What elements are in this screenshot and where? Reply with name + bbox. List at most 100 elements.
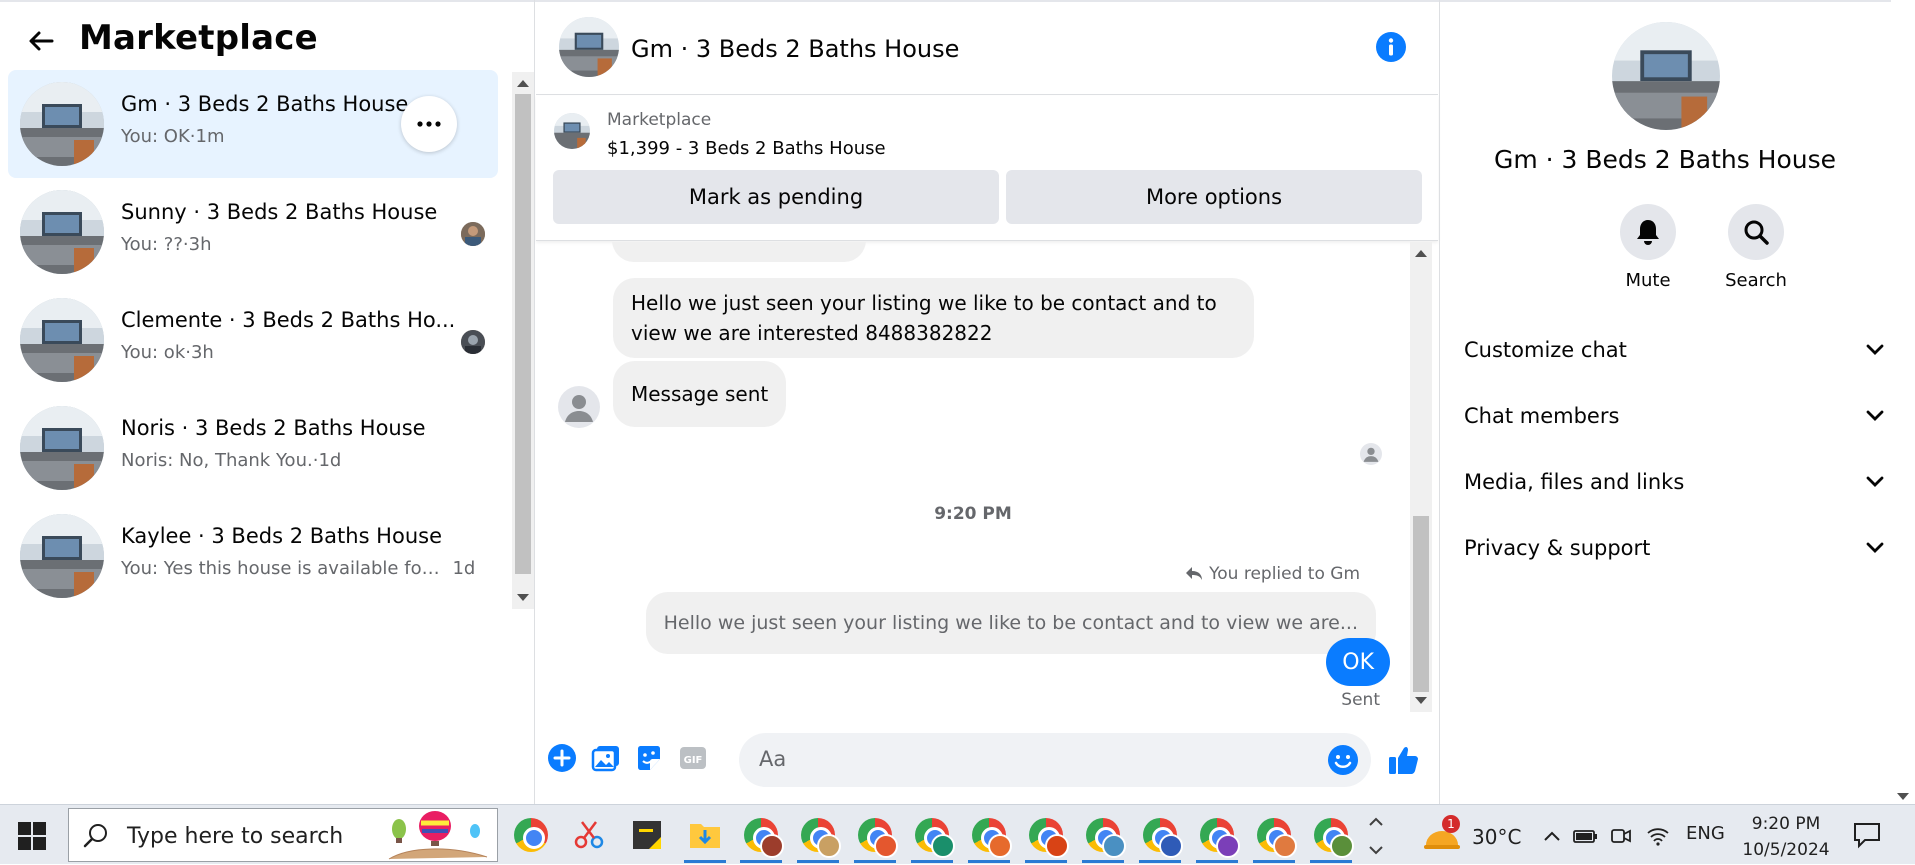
message-bubble: Hello we just seen your listing we like … <box>613 278 1254 358</box>
thumbs-up-icon[interactable] <box>1386 742 1422 778</box>
scroll-down-icon[interactable] <box>1897 793 1909 800</box>
chrome-app[interactable] <box>510 813 552 857</box>
scroll-down-icon[interactable] <box>1415 697 1427 704</box>
scroll-down-icon[interactable] <box>517 594 529 601</box>
message-input[interactable]: Aa <box>739 733 1371 787</box>
chevron-down-icon <box>1866 476 1884 487</box>
sticky-notes-app[interactable] <box>626 813 668 857</box>
chat-title[interactable]: Gm · 3 Beds 2 Baths House <box>631 35 959 63</box>
active-indicator <box>1196 860 1238 863</box>
chrome-profile-app[interactable] <box>1253 813 1297 863</box>
chrome-profile-icon <box>1314 818 1354 858</box>
chrome-profile-icon <box>744 818 784 858</box>
gif-icon[interactable]: GIF <box>677 742 709 774</box>
chat-panel: Gm · 3 Beds 2 Baths House Marketplace $1… <box>536 0 1438 804</box>
section-label: Customize chat <box>1464 338 1627 362</box>
plus-icon[interactable] <box>546 742 578 774</box>
chrome-profile-app[interactable] <box>1082 813 1126 863</box>
customize-chat-section[interactable]: Customize chat <box>1464 326 1884 374</box>
privacy-support-section[interactable]: Privacy & support <box>1464 524 1884 572</box>
reply-label: You replied to Gm <box>1185 564 1360 584</box>
windows-start-icon[interactable] <box>18 822 46 850</box>
chevron-down-icon <box>1866 410 1884 421</box>
conversation-item[interactable]: Noris · 3 Beds 2 Baths House Noris: No, … <box>8 394 498 502</box>
sticky-notes-icon <box>633 821 661 849</box>
active-indicator <box>1253 860 1295 863</box>
chat-scrollbar[interactable] <box>1410 242 1432 712</box>
conversation-panel: Marketplace Gm · 3 Beds 2 Baths House Yo… <box>0 0 535 804</box>
chrome-profile-icon <box>1257 818 1297 858</box>
quoted-message[interactable]: Hello we just seen your listing we like … <box>645 592 1376 654</box>
chrome-profile-app[interactable] <box>1139 813 1183 863</box>
chrome-profile-app[interactable] <box>854 813 898 863</box>
listing-avatar <box>20 82 104 166</box>
listing-avatar <box>20 514 104 598</box>
active-indicator <box>1025 860 1067 863</box>
battery-icon[interactable] <box>1572 823 1600 849</box>
active-indicator <box>797 860 839 863</box>
media-files-links-section[interactable]: Media, files and links <box>1464 458 1884 506</box>
taskbar-overflow-scroll[interactable] <box>1366 811 1386 861</box>
conversation-item[interactable]: Clemente · 3 Beds 2 Baths Ho... You: ok·… <box>8 286 498 394</box>
outgoing-message: OK <box>1326 638 1390 686</box>
active-indicator <box>1082 860 1124 863</box>
chrome-profile-icon <box>1200 818 1240 858</box>
conversation-name: Gm · 3 Beds 2 Baths House <box>121 92 409 116</box>
search-button[interactable]: Search <box>1716 204 1796 291</box>
chrome-profile-icon <box>1029 818 1069 858</box>
chrome-profile-app[interactable] <box>740 813 784 863</box>
system-clock[interactable]: 9:20 PM 10/5/2024 <box>1736 811 1836 863</box>
message-timestamp: 9:20 PM <box>934 504 1012 524</box>
scrollbar-thumb[interactable] <box>515 94 531 574</box>
meet-now-icon[interactable] <box>1608 823 1634 849</box>
notification-icon[interactable] <box>1852 821 1882 849</box>
emoji-icon[interactable] <box>1327 744 1359 776</box>
active-indicator <box>1139 860 1181 863</box>
conversation-item[interactable]: Gm · 3 Beds 2 Baths House You: OK·1m <box>8 70 498 178</box>
active-indicator <box>684 860 726 863</box>
panel-scrollbar[interactable] <box>1891 0 1915 804</box>
snipping-tool-app[interactable] <box>568 813 610 857</box>
file-explorer-app[interactable] <box>684 813 726 863</box>
mark-as-pending-button[interactable]: Mark as pending <box>553 170 999 224</box>
chrome-profile-app[interactable] <box>1310 813 1354 863</box>
chat-members-section[interactable]: Chat members <box>1464 392 1884 440</box>
more-options-button[interactable]: More options <box>1006 170 1422 224</box>
profile-avatar[interactable] <box>1612 22 1720 130</box>
listing-bar: Marketplace $1,399 - 3 Beds 2 Baths Hous… <box>536 96 1438 241</box>
photo-icon[interactable] <box>590 742 622 774</box>
conversation-item[interactable]: Sunny · 3 Beds 2 Baths House You: ??·3h <box>8 178 498 286</box>
conversation-item[interactable]: Kaylee · 3 Beds 2 Baths House You: Yes t… <box>8 502 498 610</box>
chrome-profile-app[interactable] <box>1196 813 1240 863</box>
chrome-profile-app[interactable] <box>911 813 955 863</box>
search-placeholder: Type here to search <box>127 824 344 849</box>
page-title: Marketplace <box>79 18 318 58</box>
chrome-profile-app[interactable] <box>1025 813 1069 863</box>
listing-price[interactable]: $1,399 - 3 Beds 2 Baths House <box>607 138 886 159</box>
scroll-up-icon[interactable] <box>517 80 529 87</box>
more-options-button[interactable] <box>401 96 457 152</box>
active-indicator <box>1310 860 1352 863</box>
taskbar-search[interactable]: Type here to search <box>68 808 498 862</box>
conversation-name: Noris · 3 Beds 2 Baths House <box>121 416 426 440</box>
back-arrow-icon[interactable] <box>26 26 56 56</box>
chrome-profile-app[interactable] <box>968 813 1012 863</box>
chrome-profile-app[interactable] <box>797 813 841 863</box>
mute-button[interactable]: Mute <box>1608 204 1688 291</box>
scrollbar-thumb[interactable] <box>1413 516 1429 692</box>
scissors-icon <box>574 821 604 849</box>
info-icon[interactable] <box>1375 31 1407 63</box>
weather-widget[interactable]: 1 30°C <box>1422 815 1542 855</box>
listing-thumbnail[interactable] <box>554 113 590 149</box>
language-indicator[interactable]: ENG <box>1686 823 1725 844</box>
conversation-preview: You: ok·3h <box>121 342 214 363</box>
conversation-scrollbar[interactable] <box>512 72 534 609</box>
wifi-icon[interactable] <box>1644 823 1672 849</box>
sticker-icon[interactable] <box>633 742 665 774</box>
chat-avatar[interactable] <box>559 17 619 77</box>
seen-avatar <box>461 222 485 246</box>
scroll-up-icon[interactable] <box>1415 250 1427 257</box>
sender-avatar[interactable] <box>558 386 600 428</box>
chrome-icon <box>514 818 548 852</box>
chevron-up-icon[interactable] <box>1540 823 1564 849</box>
